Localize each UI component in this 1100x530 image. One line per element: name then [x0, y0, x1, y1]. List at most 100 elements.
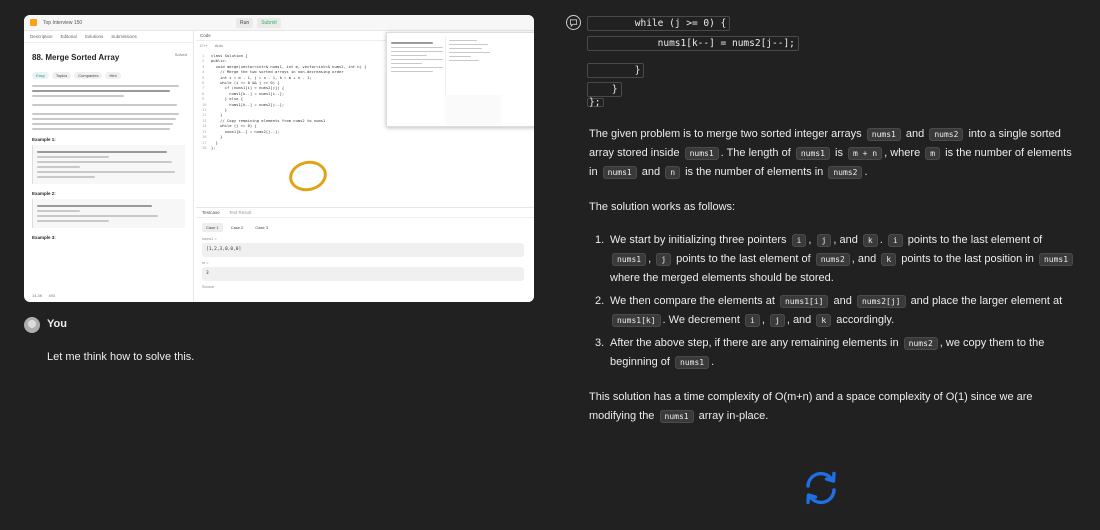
inline-code: nums2	[929, 128, 964, 141]
inline-code: nums1	[795, 147, 830, 160]
user-name: You	[47, 318, 67, 330]
example-1-label: Example 1:	[32, 137, 56, 142]
inline-code: nums1	[675, 356, 710, 369]
refresh-icon[interactable]	[799, 466, 843, 510]
description-panel: Description Editorial Solutions Submissi…	[24, 31, 194, 302]
example-2-block	[32, 199, 185, 228]
list-item: 1. We start by initializing three pointer…	[589, 231, 1081, 288]
case-tab: Case 1	[202, 223, 223, 232]
inline-code: j	[656, 253, 672, 266]
inline-code: nums2	[903, 337, 938, 350]
problem-title: 88. Merge Sorted Array	[32, 53, 120, 62]
editor-line-text: // Copy remaining elements from nums2 to…	[211, 117, 326, 123]
difficulty-tag: Easy	[32, 72, 49, 79]
solved-label: Solved	[174, 52, 187, 57]
code-line: }	[586, 61, 646, 80]
thumb-code	[445, 37, 501, 95]
editor-line-text: };	[211, 144, 216, 150]
thumb-left-text	[391, 39, 443, 75]
editor-line-text: }	[211, 139, 218, 145]
hint-tag: Hint	[105, 72, 121, 79]
solution-intro: The solution works as follows:	[589, 201, 736, 213]
editor-line-text: while (i >= 0 && j >= 0) {	[211, 80, 280, 86]
inline-code: nums1[i]	[779, 295, 829, 308]
input-label: nums1 =	[202, 237, 217, 241]
description-tabs: Description Editorial Solutions Submissi…	[24, 31, 193, 43]
inline-code: m	[925, 147, 941, 160]
comments-count: 493	[48, 293, 56, 298]
inline-code: k	[816, 314, 832, 327]
example-1-block	[32, 145, 185, 184]
complexity-paragraph: This solution has a time complexity of O…	[589, 391, 1033, 423]
editor-line-text: }	[211, 107, 228, 113]
editor-line: 18};	[202, 145, 366, 150]
language-select: C++	[200, 43, 208, 48]
line-number: 18	[202, 144, 207, 150]
tab-solutions: Solutions	[84, 34, 104, 39]
code-line: nums1[k--] = nums2[j--];	[587, 34, 799, 53]
inline-code: nums1[k]	[612, 314, 661, 327]
editor-line-text: // Merge the two sorted arrays in non-de…	[211, 69, 344, 75]
editor-code: 1 class Solution {2 public: 3 void merge(ve…	[202, 53, 366, 150]
run-button: Run	[236, 18, 254, 28]
problem-footer: 14.3K 493	[32, 293, 55, 298]
inline-code: nums1	[659, 410, 694, 423]
likes-count: 14.3K	[32, 293, 43, 298]
assistant-avatar-icon	[566, 15, 581, 30]
code-line: while (j >= 0) {	[586, 14, 731, 33]
companies-tag: Companies	[74, 72, 103, 79]
inline-code: n	[665, 166, 681, 179]
inline-code: k	[862, 234, 878, 247]
code-line: };	[586, 97, 606, 108]
editor-line-text: nums1[k--] = nums2[j--];	[211, 128, 280, 134]
editor-line-text: nums1[k--] = nums2[j--];	[211, 101, 285, 107]
editor-line-text: class Solution {	[211, 53, 248, 58]
problem-statement	[32, 85, 185, 130]
list-item: 2. We then compare the elements at nums1[…	[595, 295, 1063, 327]
testcase-panel: Testcase Test Result Case 1 Case 2 Case …	[196, 207, 534, 302]
attached-screenshot[interactable]: Top Interview 150 Run Submit Description…	[24, 15, 534, 302]
input-label: m =	[202, 261, 209, 265]
editor-line-text: }	[211, 134, 223, 140]
leetcode-logo-icon	[30, 19, 37, 26]
solution-steps: 1. We start by initializing three pointer…	[589, 231, 1081, 376]
tab-description: Description	[30, 34, 53, 39]
topics-tag: Topics	[51, 72, 72, 79]
user-avatar	[24, 317, 40, 333]
editor-line-text: void merge(vector<int>& nums1, int m, ve…	[211, 63, 367, 69]
tab-editorial: Editorial	[60, 34, 77, 39]
inline-code: nums2	[815, 253, 850, 266]
user-message: Let me think how to solve this.	[47, 351, 195, 363]
code-block: while (j >= 0) { nums1[k--] = nums2[j--]…	[586, 14, 1084, 110]
list-item: 3. After the above step, if there are any…	[595, 337, 1045, 369]
explanation-paragraph: The given problem is to merge two sorted…	[589, 128, 1072, 179]
auto-label: Auto	[214, 43, 223, 48]
editor-line-text: nums1[k--] = nums1[i--];	[211, 90, 285, 96]
inline-code: i	[791, 234, 807, 247]
inline-code: i	[887, 234, 903, 247]
tab-test-result: Test Result	[229, 210, 252, 215]
inline-code: nums2	[828, 166, 863, 179]
case-tab: Case 3	[255, 225, 269, 230]
inline-code: j	[770, 314, 785, 327]
inline-code: nums1	[602, 166, 637, 179]
problem-tags: Easy Topics Companies Hint	[32, 72, 185, 79]
inline-code: nums1	[866, 128, 901, 141]
nested-screenshot-thumbnail	[386, 32, 534, 127]
input-value: [1,2,3,0,0,0]	[202, 243, 524, 257]
inline-code: k	[881, 253, 897, 266]
inline-code: nums1	[612, 253, 647, 266]
editor-line-text: }	[211, 112, 223, 118]
problem-list-name: Top Interview 150	[43, 19, 83, 26]
example-3-label: Example 3:	[32, 235, 56, 240]
inline-code: j	[816, 234, 832, 247]
inline-code: nums2[j]	[856, 295, 906, 308]
inline-code: nums1	[1038, 253, 1074, 266]
tab-submissions: Submissions	[111, 34, 137, 39]
testcase-header: Testcase Test Result	[196, 208, 534, 218]
example-2-label: Example 2:	[32, 191, 56, 196]
editor-line-text: while (j >= 0) {	[211, 123, 257, 129]
case-tab: Case 2	[230, 225, 244, 230]
inline-code: m + n	[848, 147, 883, 160]
submit-button: Submit	[257, 18, 281, 28]
